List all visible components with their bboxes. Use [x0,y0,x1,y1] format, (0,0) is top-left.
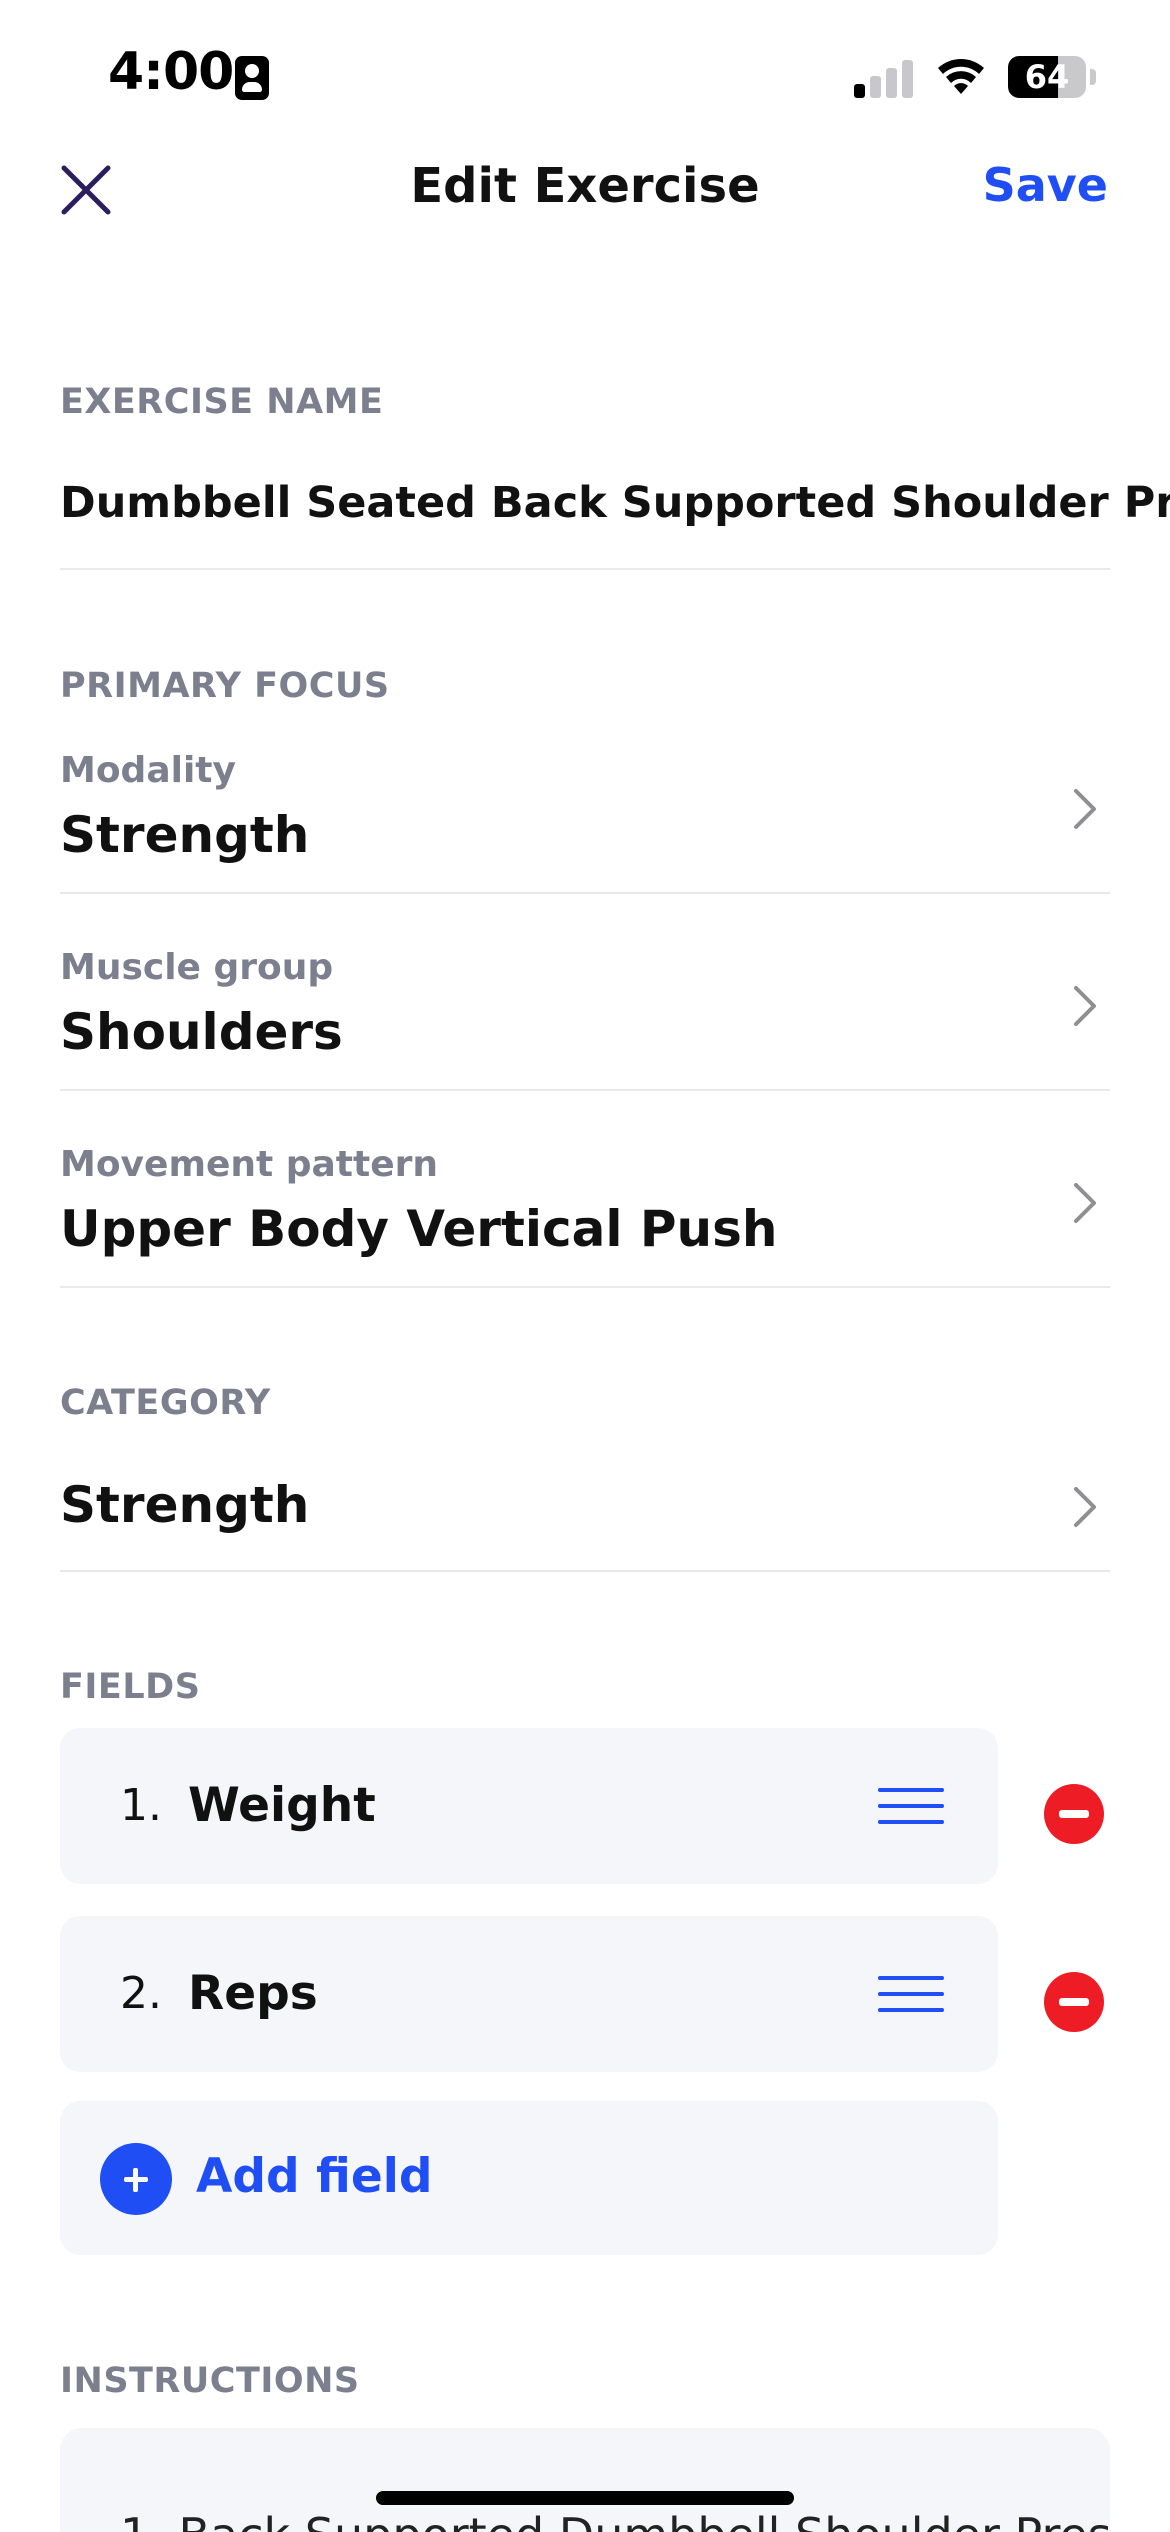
divider [60,1286,1110,1288]
divider [60,892,1110,894]
exercise-name-label: EXERCISE NAME [60,382,384,422]
primary-focus-label: PRIMARY FOCUS [60,666,390,706]
drag-handle-icon[interactable] [878,1786,944,1826]
muscle-group-label: Muscle group [60,947,334,988]
fields-label: FIELDS [60,1667,201,1707]
wifi-icon [938,59,984,94]
chevron-right-icon [1074,789,1096,829]
battery-level: 64 [1024,58,1070,96]
modality-label: Modality [60,750,236,791]
field-row-weight[interactable]: 1. Weight [60,1728,998,1884]
field-row-reps[interactable]: 2. Reps [60,1916,998,2072]
field-number: 2. [120,1968,162,2019]
category-picker[interactable]: Strength [60,1470,1110,1580]
muscle-group-value: Shoulders [60,1003,343,1061]
status-bar: 4:00 64 [0,0,1170,150]
chevron-right-icon [1074,1487,1096,1527]
battery-cap [1090,69,1096,85]
home-indicator[interactable] [376,2491,794,2505]
instructions-field[interactable]: 1. Back Supported Dumbbell Shoulder Pres… [60,2428,1110,2532]
save-button[interactable]: Save [983,158,1108,212]
plus-circle-icon [100,2143,172,2215]
add-field-label: Add field [196,2149,433,2204]
remove-field-weight-button[interactable] [1044,1784,1104,1844]
modality-picker[interactable]: Modality Strength [60,750,1110,890]
field-number: 1. [120,1780,162,1831]
muscle-group-picker[interactable]: Muscle group Shoulders [60,947,1110,1087]
modality-value: Strength [60,806,310,864]
field-name: Weight [188,1778,376,1833]
battery-icon: 64 [1008,56,1086,98]
exercise-name-field[interactable]: Dumbbell Seated Back Supported Shoulder … [60,478,1170,528]
movement-pattern-picker[interactable]: Movement pattern Upper Body Vertical Pus… [60,1144,1110,1284]
instructions-label: INSTRUCTIONS [60,2361,360,2401]
divider [60,1089,1110,1091]
instructions-text: 1. Back Supported Dumbbell Shoulder Pres… [120,2508,1110,2532]
chevron-right-icon [1074,986,1096,1026]
movement-pattern-value: Upper Body Vertical Push [60,1200,778,1258]
drag-handle-icon[interactable] [878,1974,944,2014]
edit-exercise-screen: 4:00 64 Edit Exercise Save EXERCISE NAME… [0,0,1170,2532]
divider [60,568,1110,570]
category-label: CATEGORY [60,1383,271,1423]
cellular-signal-icon [854,58,914,98]
category-value: Strength [60,1476,310,1534]
status-time: 4:00 [108,42,234,102]
divider [60,1570,1110,1572]
field-name: Reps [188,1966,318,2021]
contact-card-icon [235,56,269,100]
chevron-right-icon [1074,1183,1096,1223]
add-field-button[interactable]: Add field [60,2101,998,2255]
remove-field-reps-button[interactable] [1044,1972,1104,2032]
movement-pattern-label: Movement pattern [60,1144,439,1185]
